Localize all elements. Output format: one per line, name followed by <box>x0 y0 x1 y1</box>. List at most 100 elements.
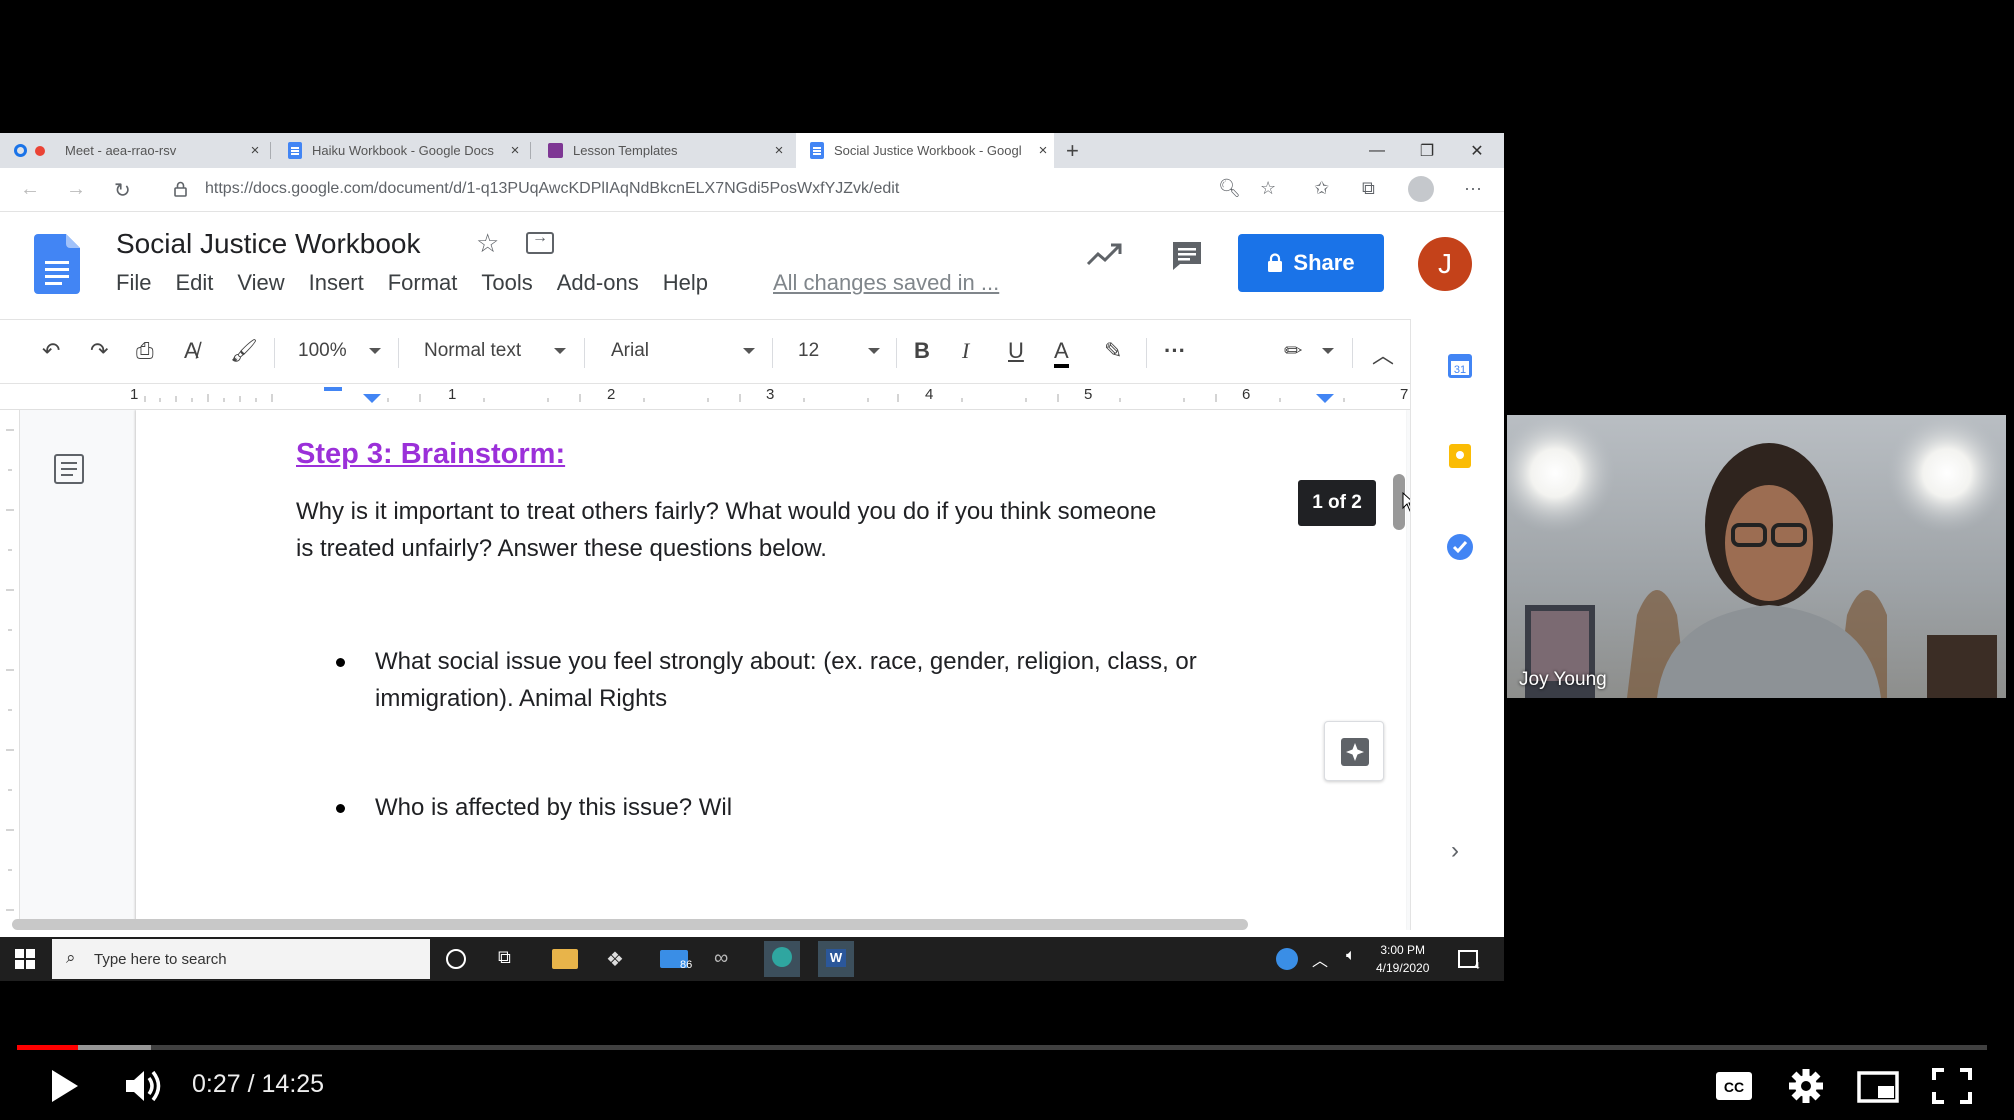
back-icon[interactable]: ← <box>20 178 40 201</box>
document-title[interactable]: Social Justice Workbook <box>116 228 421 260</box>
bold-icon[interactable]: B <box>914 338 930 364</box>
close-icon[interactable]: × <box>1032 142 1054 159</box>
menu-format[interactable]: Format <box>388 270 458 296</box>
move-to-folder-icon[interactable] <box>526 229 554 254</box>
docs-icon <box>810 142 824 159</box>
comment-icon[interactable] <box>1170 240 1204 272</box>
url-field[interactable]: https://docs.google.com/document/d/1-q13… <box>205 180 899 198</box>
paint-format-icon[interactable]: 🖌︎ <box>230 338 258 364</box>
tab-lesson-templates[interactable]: Lesson Templates × <box>534 133 790 168</box>
step-heading: Step 3: Brainstorm: <box>296 438 566 470</box>
fullscreen-icon[interactable] <box>1930 1064 1974 1108</box>
share-button[interactable]: Share <box>1238 234 1384 292</box>
lock-icon <box>1268 253 1283 272</box>
task-view-icon[interactable]: ⧉ <box>498 947 511 971</box>
undo-icon[interactable]: ↶ <box>42 338 60 364</box>
menu-add-ons[interactable]: Add-ons <box>557 270 639 296</box>
underline-icon[interactable]: U <box>1008 338 1024 364</box>
clock-time: 3:00 PM <box>1380 943 1426 957</box>
windows-taskbar: ⌕ Type here to search ⧉ ❖ 86 ∞ W ︿ 🔈︎ 3:… <box>0 937 1504 981</box>
chevron-up-icon[interactable]: ︿ <box>1372 338 1394 370</box>
volume-icon[interactable] <box>122 1064 166 1108</box>
dropbox-icon[interactable]: ❖ <box>606 947 624 971</box>
miniplayer-icon[interactable] <box>1856 1064 1900 1108</box>
play-icon[interactable] <box>46 1064 82 1108</box>
document-outline-icon[interactable] <box>54 454 84 484</box>
horizontal-scrollbar[interactable] <box>12 919 1248 930</box>
bullet-text-line: immigration). Animal Rights <box>375 685 668 712</box>
docs-logo-icon[interactable] <box>34 234 80 294</box>
settings-gear-icon[interactable] <box>1786 1064 1826 1108</box>
zoom-select[interactable]: 100% <box>298 340 347 362</box>
menu-help[interactable]: Help <box>663 270 708 296</box>
close-icon[interactable]: × <box>244 142 266 159</box>
windows-start-icon[interactable] <box>15 949 35 969</box>
star-icon[interactable]: ☆ <box>1260 178 1276 199</box>
menu-view[interactable]: View <box>237 270 284 296</box>
profile-icon[interactable] <box>1408 176 1434 202</box>
menu-file[interactable]: File <box>116 270 151 296</box>
editing-mode-icon[interactable]: ✏︎ <box>1284 338 1302 364</box>
close-icon[interactable]: × <box>504 142 526 159</box>
restore-icon[interactable]: ❐ <box>1402 133 1452 168</box>
spellcheck-icon[interactable]: A̸ <box>184 338 199 364</box>
browser-tab-bar: Meet - aea-rrao-rsv × Haiku Workbook - G… <box>0 133 1504 168</box>
favorites-icon[interactable]: ✩ <box>1314 178 1329 199</box>
minimize-icon[interactable]: — <box>1352 133 1402 168</box>
classroom-icon <box>548 143 563 158</box>
collections-icon[interactable]: ⧉ <box>1362 178 1375 199</box>
print-icon[interactable]: ⎙ <box>136 338 154 364</box>
menu-edit[interactable]: Edit <box>175 270 213 296</box>
tab-meet[interactable]: Meet - aea-rrao-rsv × <box>0 133 266 168</box>
highlight-color-icon[interactable]: ✎ <box>1104 338 1122 364</box>
close-window-icon[interactable]: ✕ <box>1452 133 1502 168</box>
forward-icon[interactable]: → <box>66 178 86 201</box>
menu-tools[interactable]: Tools <box>481 270 532 296</box>
zoom-icon[interactable]: 🔍︎ <box>1218 178 1241 199</box>
captions-icon[interactable]: CC <box>1714 1064 1754 1108</box>
cortana-icon[interactable] <box>446 949 466 969</box>
redo-icon[interactable]: ↷ <box>90 338 108 364</box>
tab-haiku-workbook[interactable]: Haiku Workbook - Google Docs × <box>274 133 526 168</box>
paragraph-style-select[interactable]: Normal text <box>424 340 521 362</box>
calendar-icon[interactable]: 31 <box>1447 353 1473 379</box>
horizontal-ruler[interactable]: 1 1 2 3 4 5 6 7 <box>0 384 1410 410</box>
refresh-icon[interactable]: ↻ <box>114 178 131 203</box>
bullet-text-line: Who is affected by this issue? Wil <box>375 794 733 821</box>
lock-icon <box>174 181 187 197</box>
volume-icon[interactable]: 🔈︎ <box>1346 947 1356 971</box>
font-size-select[interactable]: 12 <box>798 340 819 362</box>
chevron-right-icon[interactable]: › <box>1451 837 1459 865</box>
edge-browser-icon[interactable] <box>764 941 800 977</box>
tab-social-justice-workbook[interactable]: Social Justice Workbook - Googl × <box>796 133 1054 168</box>
avatar[interactable]: J <box>1418 237 1472 291</box>
more-options-icon[interactable]: ··· <box>1464 178 1482 199</box>
chevron-down-icon <box>1322 348 1334 354</box>
tasks-icon[interactable] <box>1446 533 1474 561</box>
more-tools-icon[interactable]: ··· <box>1164 338 1186 364</box>
star-icon[interactable]: ☆ <box>476 228 499 259</box>
formatting-toolbar: ↶ ↷ ⎙ A̸ 🖌︎ 100% Normal text Arial 12 B … <box>0 319 1410 384</box>
clock[interactable]: 3:00 PM 4/19/2020 <box>1376 941 1429 977</box>
vertical-ruler[interactable] <box>0 410 20 930</box>
taskbar-search-input[interactable]: ⌕ Type here to search <box>52 939 430 979</box>
save-status[interactable]: All changes saved in ... <box>773 270 999 296</box>
word-icon[interactable]: W <box>818 941 854 977</box>
keep-icon[interactable] <box>1447 443 1473 469</box>
ruler-number: 2 <box>607 386 616 403</box>
help-icon[interactable] <box>1276 948 1298 970</box>
chevron-up-icon[interactable]: ︿ <box>1312 947 1328 971</box>
ruler-number: 4 <box>925 386 934 403</box>
font-select[interactable]: Arial <box>611 340 649 362</box>
close-icon[interactable]: × <box>768 142 790 159</box>
italic-icon[interactable]: I <box>962 338 969 364</box>
menu-insert[interactable]: Insert <box>309 270 364 296</box>
infinity-app-icon[interactable]: ∞ <box>714 947 728 971</box>
chevron-down-icon <box>369 348 381 354</box>
activity-trend-icon[interactable] <box>1086 240 1122 268</box>
file-explorer-icon[interactable] <box>552 949 578 969</box>
progress-bar[interactable] <box>17 1045 1987 1050</box>
new-tab-button[interactable]: + <box>1066 138 1079 164</box>
explore-button[interactable] <box>1324 721 1384 781</box>
text-color-icon[interactable]: A <box>1054 338 1069 368</box>
